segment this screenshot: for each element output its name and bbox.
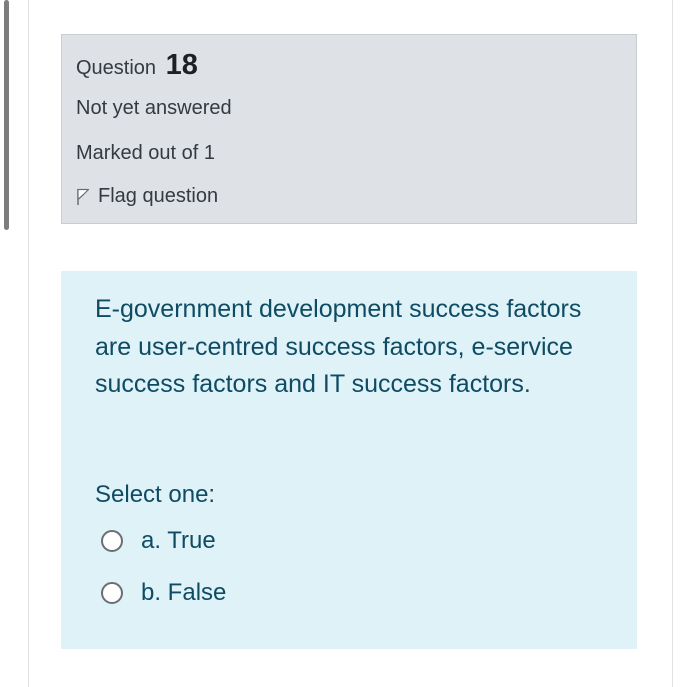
frame-divider-right [672,0,673,687]
scrollbar[interactable] [4,0,9,230]
answer-label-false[interactable]: b. False [141,579,226,607]
answer-label-true[interactable]: a. True [141,527,216,555]
question-grade: Marked out of 1 [76,142,215,164]
question-content-panel: E-government development success factors… [61,271,637,649]
question-number: 18 [165,49,198,81]
flag-question-link[interactable]: Flag question [76,185,218,208]
radio-button-false[interactable] [101,582,123,604]
quiz-page: Question 18 Not yet answered Marked out … [0,0,700,687]
question-state: Not yet answered [76,97,232,119]
frame-divider-left [28,0,29,687]
flag-question-label: Flag question [98,185,219,207]
question-text: E-government development success factors… [95,295,582,398]
radio-button-true[interactable] [101,530,123,552]
question-label: Question [76,57,157,79]
question-number-heading: Question 18 [76,49,198,82]
flag-icon [77,188,90,205]
answer-option-false[interactable]: b. False [101,579,226,607]
select-one-prompt: Select one: [95,481,216,508]
answer-option-true[interactable]: a. True [101,527,216,555]
question-info-panel: Question 18 Not yet answered Marked out … [61,34,637,224]
